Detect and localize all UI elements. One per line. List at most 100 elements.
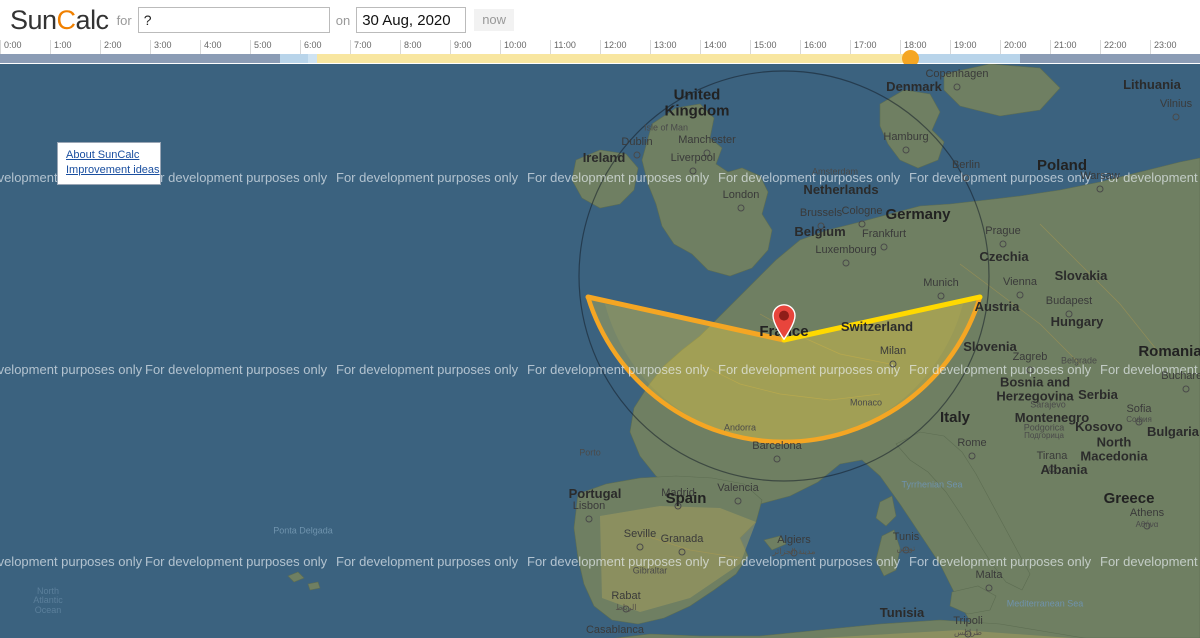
city-dot xyxy=(842,259,850,267)
city-dot xyxy=(858,220,866,228)
hour-tick-label: 15:00 xyxy=(754,40,777,50)
hour-tick-label: 5:00 xyxy=(254,40,272,50)
city-dot xyxy=(1048,465,1056,473)
city-dot xyxy=(773,455,781,463)
hour-tick-label: 12:00 xyxy=(604,40,627,50)
hour-tick: 13:00 xyxy=(650,40,700,54)
city-dot xyxy=(790,549,798,557)
about-suncalc-link[interactable]: About SunCalc xyxy=(66,148,154,163)
about-box: About SunCalc Improvement ideas xyxy=(57,142,161,185)
hour-tick-label: 18:00 xyxy=(904,40,927,50)
hour-tick: 14:00 xyxy=(700,40,750,54)
hour-tick: 20:00 xyxy=(1000,40,1050,54)
time-slider[interactable]: 0:00 1:00 2:00 3:00 4:00 5:00 6:00 7:00 8:00 9:00… xyxy=(0,40,1200,64)
on-label: on xyxy=(335,12,351,28)
now-button[interactable]: now xyxy=(474,9,515,31)
city-dot xyxy=(962,174,970,182)
hour-tick-label: 23:00 xyxy=(1154,40,1177,50)
city-dot xyxy=(734,497,742,505)
hour-tick-label: 21:00 xyxy=(1054,40,1077,50)
hour-tick: 16:00 xyxy=(800,40,850,54)
hour-tick-label: 19:00 xyxy=(954,40,977,50)
city-dot xyxy=(1096,185,1104,193)
hour-tick: 3:00 xyxy=(150,40,200,54)
location-input[interactable] xyxy=(137,7,330,33)
city-dot xyxy=(1065,310,1073,318)
hour-tick-label: 3:00 xyxy=(154,40,172,50)
city-dot xyxy=(964,630,972,638)
strip-segment-night-late xyxy=(1020,54,1200,63)
city-dot xyxy=(585,515,593,523)
hour-tick: 5:00 xyxy=(250,40,300,54)
hour-tick: 22:00 xyxy=(1100,40,1150,54)
hour-ticks: 0:00 1:00 2:00 3:00 4:00 5:00 6:00 7:00 8:00 9:00… xyxy=(0,40,1200,54)
hour-tick-label: 9:00 xyxy=(454,40,472,50)
daylight-strip xyxy=(0,54,1200,63)
city-dot xyxy=(902,546,910,554)
hour-tick-label: 14:00 xyxy=(704,40,727,50)
hour-tick: 7:00 xyxy=(350,40,400,54)
hour-tick: 12:00 xyxy=(600,40,650,54)
hour-tick-label: 22:00 xyxy=(1104,40,1127,50)
city-dot xyxy=(703,149,711,157)
hour-tick-label: 11:00 xyxy=(554,40,576,50)
city-dot xyxy=(678,548,686,556)
hour-tick-label: 1:00 xyxy=(54,40,72,50)
hour-tick-label: 7:00 xyxy=(354,40,372,50)
strip-segment-twilight-dusk xyxy=(909,54,1020,63)
city-dot xyxy=(817,222,825,230)
improvement-ideas-link[interactable]: Improvement ideas xyxy=(66,163,160,178)
city-dot xyxy=(622,605,630,613)
city-dot xyxy=(999,240,1007,248)
hour-tick: 2:00 xyxy=(100,40,150,54)
city-dot xyxy=(1172,113,1180,121)
hour-tick-label: 4:00 xyxy=(204,40,222,50)
hour-tick: 6:00 xyxy=(300,40,350,54)
hour-tick: 9:00 xyxy=(450,40,500,54)
map-canvas[interactable]: For development purposes onlyFor develop… xyxy=(0,64,1200,638)
city-dot xyxy=(953,83,961,91)
hour-tick: 10:00 xyxy=(500,40,550,54)
city-dot xyxy=(902,146,910,154)
logo-c: C xyxy=(56,4,77,35)
city-dot xyxy=(1026,366,1034,374)
hour-tick-label: 8:00 xyxy=(404,40,422,50)
hour-tick: 23:00 xyxy=(1150,40,1200,54)
hour-tick-label: 17:00 xyxy=(854,40,877,50)
hour-tick: 15:00 xyxy=(750,40,800,54)
strip-segment-twilight-dawn xyxy=(279,54,309,63)
city-dot xyxy=(985,584,993,592)
strip-segment-daylight xyxy=(316,54,910,63)
hour-tick: 21:00 xyxy=(1050,40,1100,54)
logo-alc: alc xyxy=(75,4,110,35)
city-dot xyxy=(689,167,697,175)
city-dot xyxy=(1135,418,1143,426)
logo-sun: Sun xyxy=(10,4,57,35)
strip-segment-dawn-blue xyxy=(308,54,317,63)
hour-tick: 4:00 xyxy=(200,40,250,54)
hour-tick-label: 13:00 xyxy=(654,40,677,50)
city-dot xyxy=(674,502,682,510)
app-header: SunCalc for on now xyxy=(0,0,1200,40)
city-dot xyxy=(1016,291,1024,299)
city-dot xyxy=(737,204,745,212)
city-dot xyxy=(636,543,644,551)
hour-tick-label: 6:00 xyxy=(304,40,322,50)
hour-tick: 17:00 xyxy=(850,40,900,54)
city-dot xyxy=(1143,522,1151,530)
hour-tick: 8:00 xyxy=(400,40,450,54)
city-dot xyxy=(1182,385,1190,393)
hour-tick: 11:00 xyxy=(550,40,600,54)
hour-tick: 0:00 xyxy=(0,40,50,54)
suncalc-app: SunCalc for on now 0:00 1:00 2:00 3:00 4:00 5… xyxy=(0,0,1200,638)
hour-tick-label: 16:00 xyxy=(804,40,827,50)
strip-segment-night-early xyxy=(0,54,280,63)
date-input[interactable] xyxy=(356,7,467,33)
city-dot xyxy=(633,151,641,159)
hour-tick-label: 2:00 xyxy=(104,40,122,50)
city-dot xyxy=(968,452,976,460)
city-dot xyxy=(880,243,888,251)
hour-tick-label: 0:00 xyxy=(4,40,22,50)
time-handle[interactable] xyxy=(901,50,919,64)
hour-tick-label: 20:00 xyxy=(1004,40,1027,50)
